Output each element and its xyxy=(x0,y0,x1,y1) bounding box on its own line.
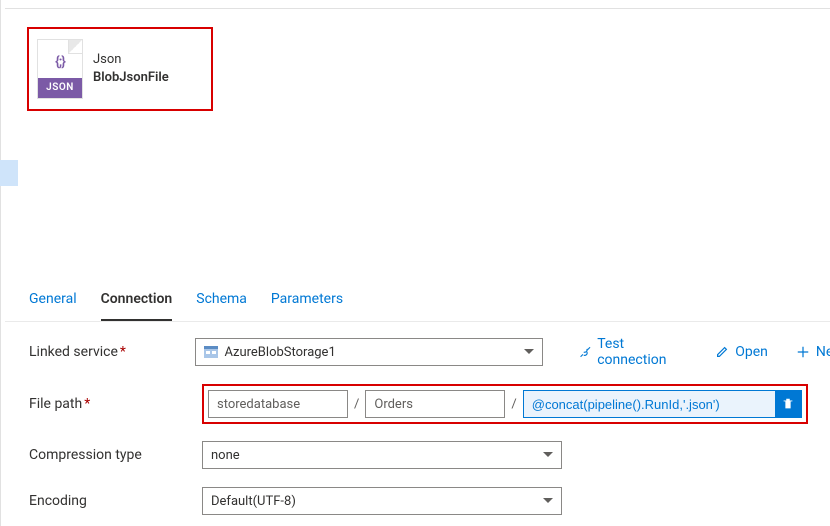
trash-icon xyxy=(781,397,795,411)
file-path-expression-wrap xyxy=(523,390,802,418)
dataset-name: BlobJsonFile xyxy=(93,70,169,85)
linked-service-dropdown[interactable]: AzureBlobStorage1 xyxy=(195,338,542,366)
json-braces: {;} xyxy=(38,54,82,70)
dataset-card[interactable]: {;} JSON Json BlobJsonFile xyxy=(27,27,213,111)
chevron-down-icon xyxy=(543,498,553,503)
compression-label: Compression type xyxy=(29,447,194,463)
linked-service-value: AzureBlobStorage1 xyxy=(224,345,335,360)
file-path-label: File path* xyxy=(29,396,194,412)
file-path-sep-2: / xyxy=(509,397,518,412)
json-file-icon: {;} JSON xyxy=(37,39,83,99)
row-file-path: File path* / / xyxy=(29,384,830,424)
row-linked-service: Linked service* AzureBlobStorage1 xyxy=(29,336,830,368)
plug-icon xyxy=(579,345,592,359)
top-divider xyxy=(5,0,830,9)
plus-icon xyxy=(796,345,810,359)
file-path-container-input[interactable] xyxy=(208,390,348,418)
new-button[interactable]: New xyxy=(796,336,830,368)
row-encoding: Encoding Default(UTF-8) xyxy=(29,486,830,516)
tab-schema[interactable]: Schema xyxy=(196,281,247,321)
encoding-dropdown[interactable]: Default(UTF-8) xyxy=(202,487,562,515)
compression-dropdown[interactable]: none xyxy=(202,441,562,469)
encoding-value: Default(UTF-8) xyxy=(211,494,296,509)
pencil-icon xyxy=(715,345,729,359)
tab-connection[interactable]: Connection xyxy=(101,281,173,321)
file-path-sep-1: / xyxy=(352,397,361,412)
tab-parameters[interactable]: Parameters xyxy=(271,281,343,321)
test-connection-button[interactable]: Test connection xyxy=(579,336,688,368)
file-path-delete-button[interactable] xyxy=(775,391,801,417)
json-band: JSON xyxy=(38,78,82,98)
compression-value: none xyxy=(211,448,240,463)
file-path-expression-input[interactable] xyxy=(524,391,775,417)
tabs-bar: General Connection Schema Parameters xyxy=(5,281,830,322)
design-canvas: {;} JSON Json BlobJsonFile xyxy=(5,9,830,275)
row-compression: Compression type none xyxy=(29,440,830,470)
chevron-down-icon xyxy=(524,349,534,354)
tab-general[interactable]: General xyxy=(29,281,77,321)
linked-service-label: Linked service* xyxy=(29,344,187,360)
file-path-group: / / xyxy=(202,384,808,424)
storage-icon xyxy=(204,346,218,358)
chevron-down-icon xyxy=(543,452,553,457)
file-path-folder-input[interactable] xyxy=(365,390,505,418)
open-button[interactable]: Open xyxy=(715,336,768,368)
dataset-type: Json xyxy=(93,52,169,67)
encoding-label: Encoding xyxy=(29,493,194,509)
